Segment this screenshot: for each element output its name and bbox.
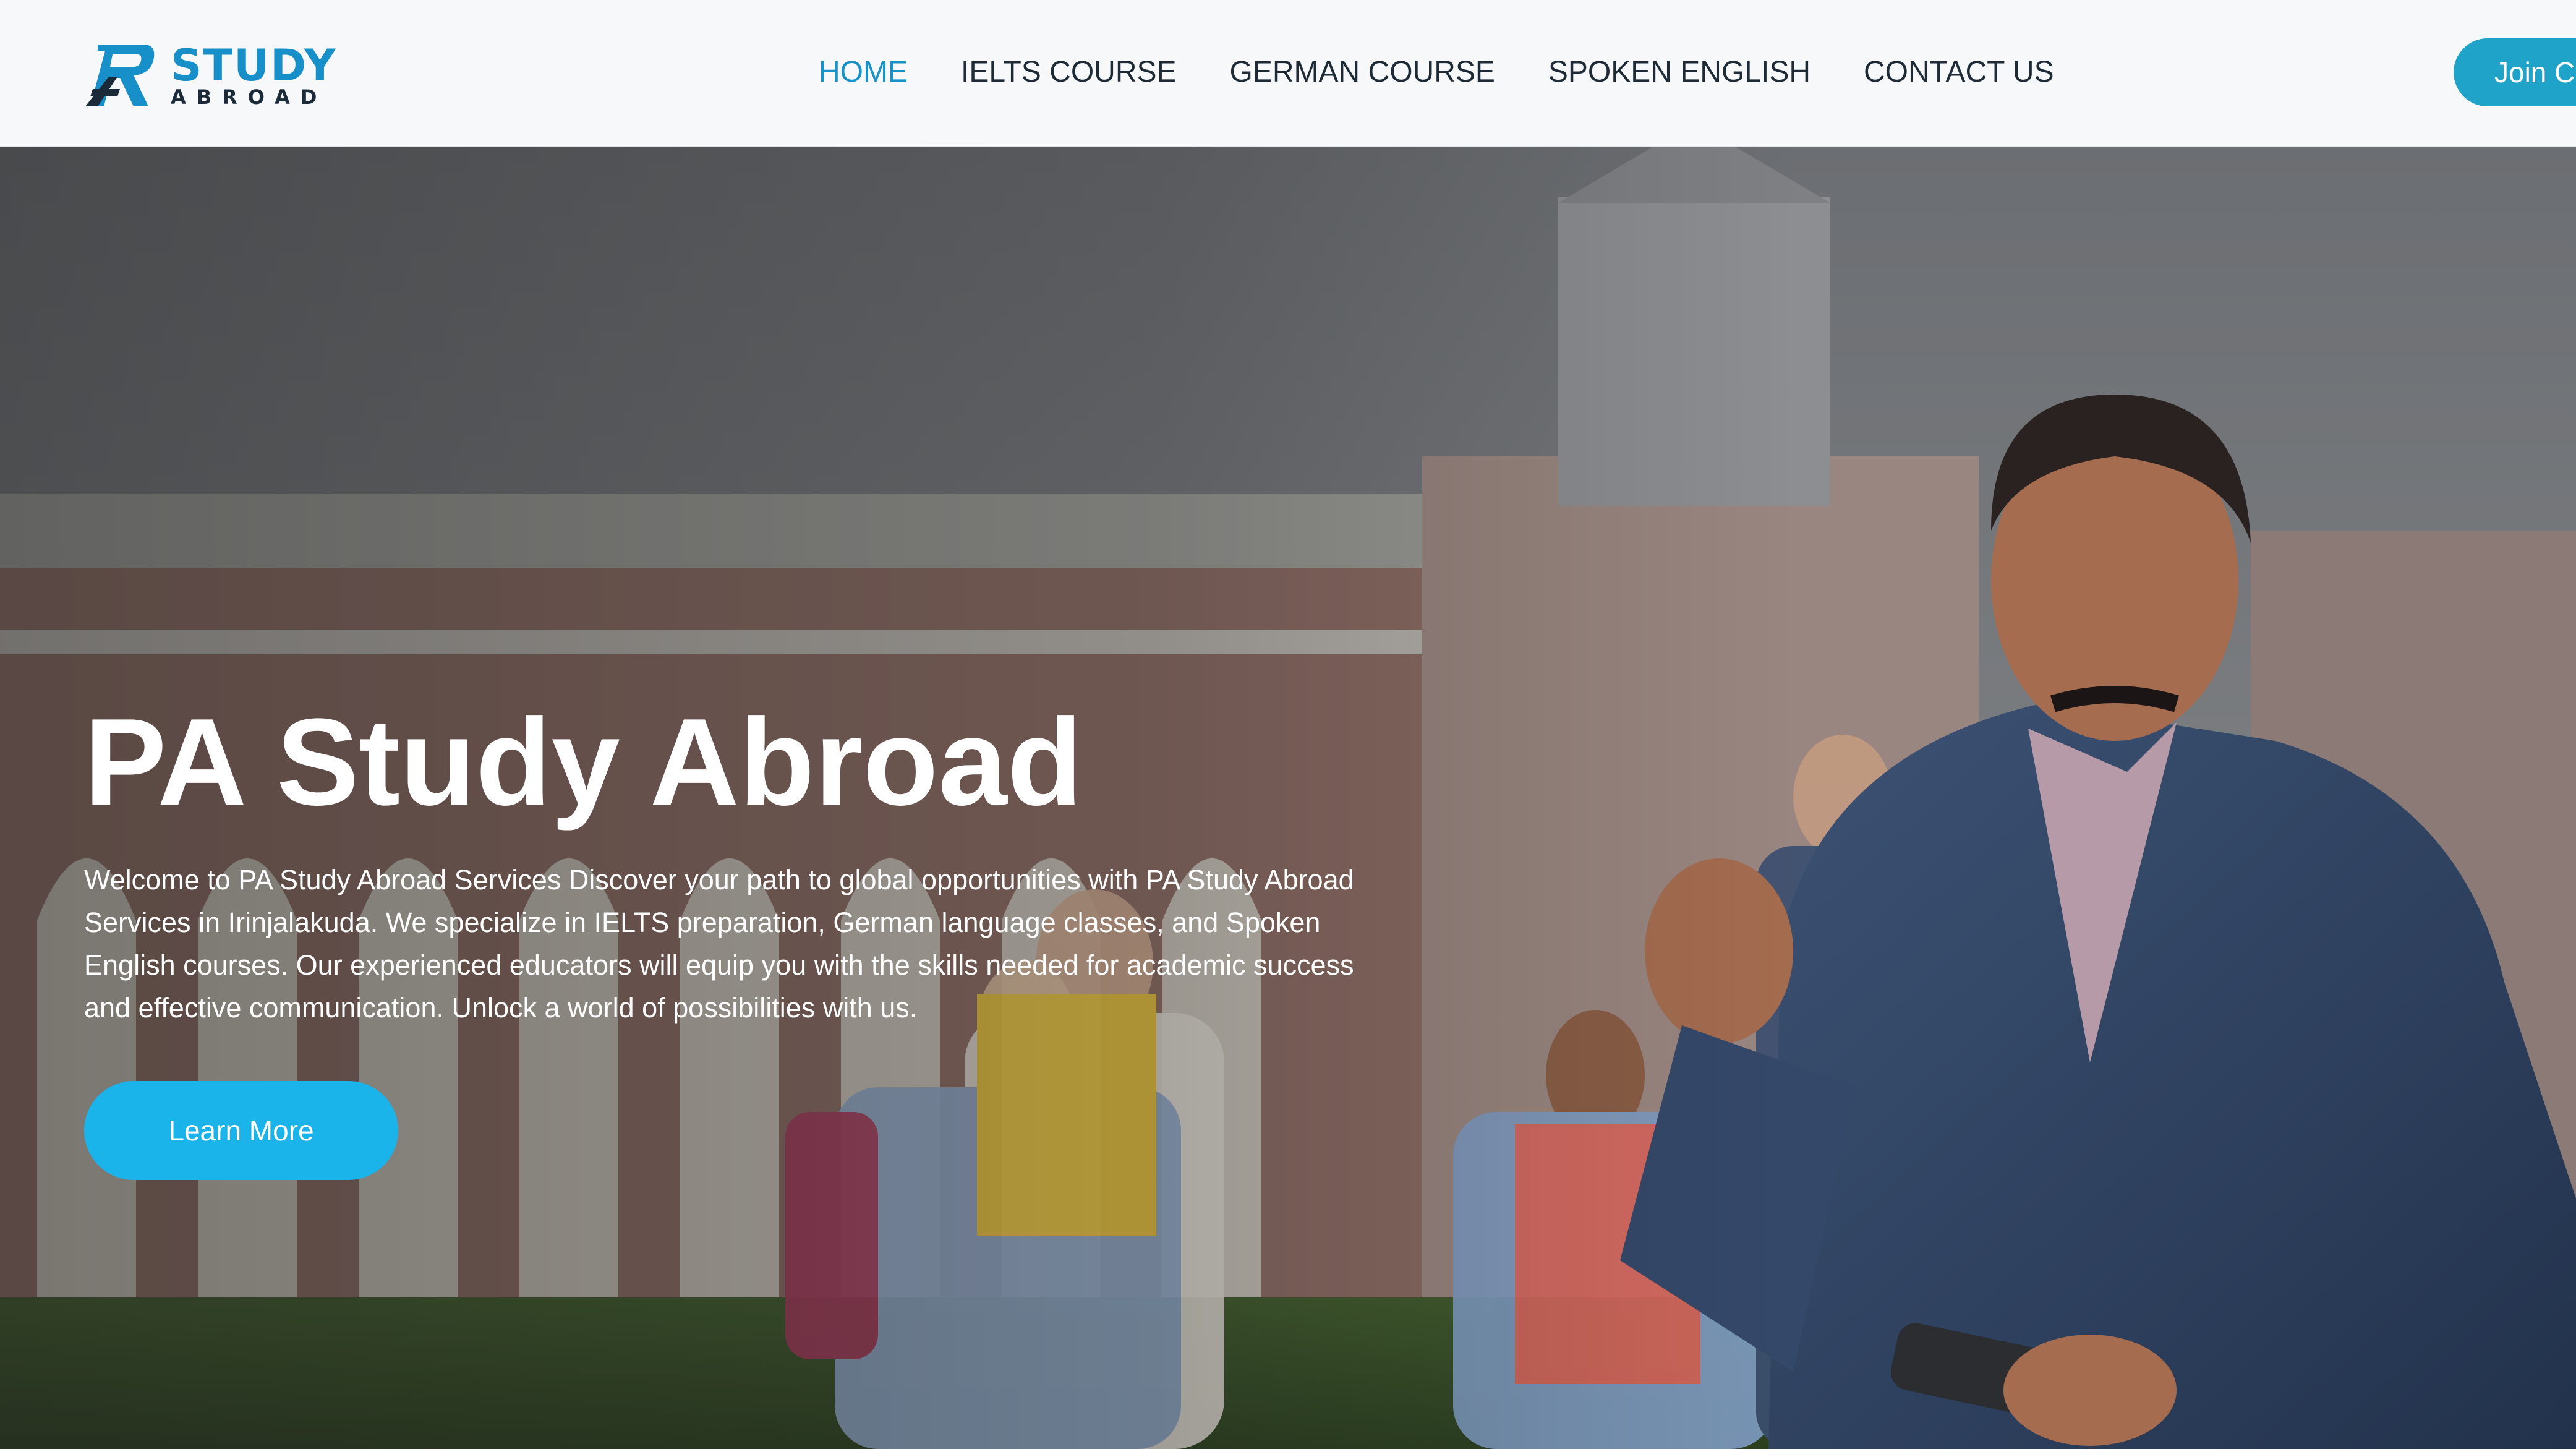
hero-section: PA Study Abroad Welcome to PA Study Abro…: [0, 147, 2576, 1449]
study-abroad-logo[interactable]: STUDY ABROAD: [84, 41, 336, 110]
site-header: STUDY ABROAD HOME IELTS COURSE GERMAN CO…: [0, 0, 2576, 147]
logo-subword: ABROAD: [171, 85, 328, 109]
nav-home[interactable]: HOME: [819, 52, 908, 93]
logo-word: STUDY: [171, 40, 337, 91]
nav-spoken-english[interactable]: SPOKEN ENGLISH: [1548, 52, 1810, 93]
logo-mark-icon: [85, 45, 155, 106]
nav-contact-us[interactable]: CONTACT US: [1864, 52, 2054, 93]
join-button[interactable]: Join Cl: [2454, 38, 2576, 106]
hero-description: Welcome to PA Study Abroad Services Disc…: [84, 864, 1354, 1024]
hero-title: PA Study Abroad: [84, 693, 1083, 831]
nav-ielts-course[interactable]: IELTS COURSE: [961, 52, 1177, 93]
nav-german-course[interactable]: GERMAN COURSE: [1230, 52, 1495, 93]
main-nav: HOME IELTS COURSE GERMAN COURSE SPOKEN E…: [819, 52, 2107, 93]
learn-more-button[interactable]: Learn More: [84, 1081, 398, 1180]
